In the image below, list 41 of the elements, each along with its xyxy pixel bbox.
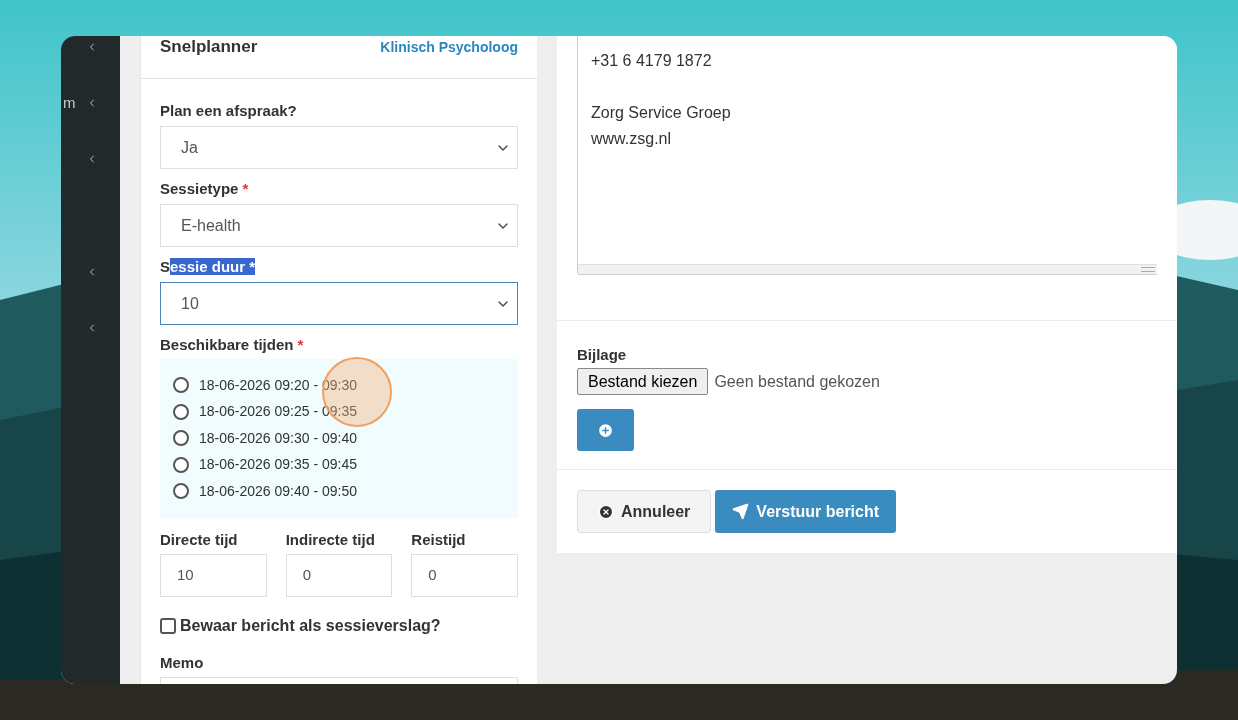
time-slot-option[interactable]: 18-06-2026 09:30 - 09:40 <box>173 428 505 449</box>
message-textarea[interactable]: +31 6 4179 1872 Zorg Service Groep www.zsg.nl <box>577 36 1157 275</box>
select-field[interactable]: 10 <box>160 282 518 325</box>
time-slot-option[interactable]: 18-06-2026 09:40 - 09:50 <box>173 481 505 502</box>
checkbox-label: Bewaar bericht als sessieverslag? <box>180 615 441 636</box>
card-title: Snelplanner <box>160 37 258 57</box>
number-input[interactable]: 0 <box>411 553 518 597</box>
select-field[interactable]: Ja <box>160 126 518 169</box>
select-field[interactable]: E-health <box>160 204 518 247</box>
radio-button[interactable] <box>173 456 189 473</box>
file-status: Geen bestand gekozen <box>714 371 880 392</box>
role-link[interactable]: Klinisch Psycholoog <box>380 37 518 57</box>
cancel-button[interactable]: Annuleer <box>577 490 712 533</box>
paper-plane-icon <box>732 503 750 520</box>
resize-handle-icon[interactable] <box>1141 267 1155 272</box>
checkbox[interactable] <box>160 617 176 634</box>
field-label: Beschikbare tijden * <box>160 336 304 353</box>
send-button[interactable]: Verstuur bericht <box>715 490 897 533</box>
number-input[interactable]: 0 <box>285 553 393 597</box>
sidebar-label: m <box>63 95 76 111</box>
field-label: Plan een afspraak? <box>160 102 297 119</box>
message-line: Zorg Service Groep <box>591 103 732 123</box>
choose-file-button[interactable]: Bestand kiezen <box>577 368 709 395</box>
add-attachment-button[interactable] <box>577 409 634 451</box>
radio-button[interactable] <box>173 430 189 447</box>
field-label: Memo <box>160 652 205 673</box>
number-input[interactable]: 10 <box>160 553 267 597</box>
close-icon <box>598 503 614 520</box>
field-label: Bijlage <box>577 345 628 365</box>
radio-button[interactable] <box>173 483 189 500</box>
radio-button[interactable] <box>173 377 189 394</box>
radio-button[interactable] <box>173 403 189 420</box>
field-label: Directe tijd <box>160 529 239 550</box>
field-label: Sessietype * <box>160 180 249 197</box>
plus-icon <box>597 421 614 439</box>
message-line: +31 6 4179 1872 <box>591 51 713 71</box>
time-slot-option[interactable]: 18-06-2026 09:25 - 09:35 <box>173 401 505 422</box>
time-slot-option[interactable]: 18-06-2026 09:35 - 09:45 <box>173 454 505 475</box>
field-label: Indirecte tijd <box>285 529 376 550</box>
message-line: www.zsg.nl <box>591 129 673 149</box>
field-label: Reistijd <box>411 529 467 550</box>
